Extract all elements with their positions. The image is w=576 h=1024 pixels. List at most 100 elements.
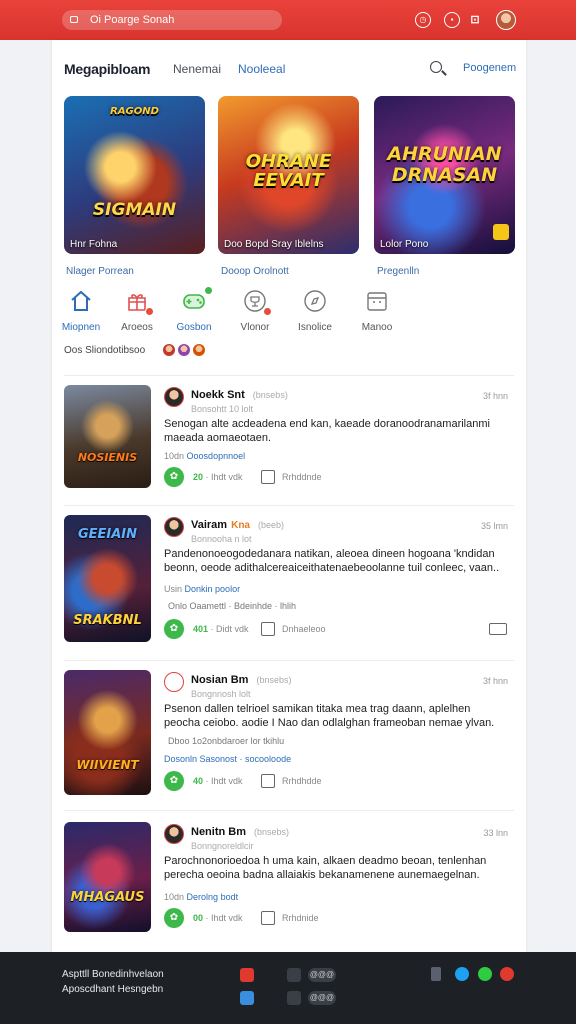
post-link[interactable]: Dosonln Sasonost · socooloode	[164, 754, 291, 764]
info-icon[interactable]	[287, 968, 301, 982]
post-time: 35 lmn	[480, 521, 508, 531]
post-handle: Bonsohtt 10 lolt	[191, 404, 254, 414]
featured-sub-1[interactable]: Nlager Porrean	[66, 266, 134, 277]
comment-icon[interactable]	[261, 774, 275, 788]
mail-icon[interactable]: ⊡	[467, 12, 483, 28]
notification-dot	[263, 307, 272, 316]
share-icon[interactable]	[431, 967, 441, 981]
avatar[interactable]	[163, 344, 175, 356]
post-link[interactable]: Usin Donkin poolor	[164, 584, 240, 594]
featured-sub-2[interactable]: Dooop Orolnott	[221, 266, 289, 277]
footer-line-2[interactable]: Aposcdhant Hesngebn	[62, 984, 163, 995]
link-prefix: Usin	[164, 584, 183, 594]
avatar[interactable]	[164, 517, 184, 537]
featured-card-2[interactable]: OHRANE EEVAIT Doo Bopd Sray Iblelns	[218, 96, 359, 254]
featured-badge-icon	[493, 224, 509, 240]
post-author[interactable]: Nenitn Bm (bnsebs)	[191, 826, 289, 838]
post-link[interactable]: 10dn Ooosdopnnoel	[164, 451, 245, 461]
category-calendar[interactable]: Manoo	[347, 289, 407, 333]
play-store-icon[interactable]	[240, 991, 254, 1005]
post-author[interactable]: Nosian Bm (bnsebs)	[191, 674, 291, 686]
notification-dot	[204, 286, 213, 295]
clock-icon[interactable]: ◷	[415, 12, 431, 28]
category-gift[interactable]: Aroeos	[107, 289, 167, 333]
comment-label[interactable]: Rrhddnde	[282, 472, 322, 482]
stat-text: · Ihdt vdk	[205, 472, 243, 482]
thumbnail-subtitle: SRAKBNL	[73, 613, 142, 628]
avatar[interactable]	[164, 387, 184, 407]
header-right-link[interactable]: Poogenem	[463, 62, 516, 74]
trophy-icon	[243, 289, 272, 316]
comment-icon[interactable]	[261, 622, 275, 636]
divider	[64, 505, 514, 506]
search-placeholder: Oi Poarge Sonah	[90, 14, 175, 26]
post-author[interactable]: Noekk Snt (bnsebs)	[191, 389, 288, 401]
featured-art-top: RAGOND	[110, 106, 159, 117]
link-text: Donkin poolor	[184, 584, 241, 594]
footer-line-1[interactable]: Aspttll Bonedinhvelaon	[62, 969, 164, 980]
thumbnail-title: MHAGAUS	[70, 890, 145, 905]
bookmark-icon[interactable]	[489, 623, 507, 635]
author-name: Noekk Snt	[191, 389, 245, 401]
comment-label[interactable]: Dnhaeleoo	[282, 624, 326, 634]
brand-title[interactable]: Megapibloam	[64, 61, 150, 77]
youtube-icon[interactable]	[500, 967, 514, 981]
post-handle: Bongnnosh lolt	[191, 689, 251, 699]
stat-text: · Ihdt vdk	[205, 913, 243, 923]
app-store-icon[interactable]	[240, 968, 254, 982]
comment-label[interactable]: Rrhdhdde	[282, 776, 322, 786]
category-label: Isnolice	[298, 322, 332, 333]
avatar[interactable]	[496, 10, 516, 30]
like-icon[interactable]: ✿	[164, 619, 184, 639]
featured-caption: Doo Bopd Sray Iblelns	[224, 239, 324, 250]
category-label: Vlonor	[240, 322, 270, 333]
link-text: Dosonln Sasonost · socooloode	[164, 754, 292, 764]
like-icon[interactable]: ✿	[164, 467, 184, 487]
author-tag: (bnsebs)	[254, 827, 290, 837]
author-tag: (bnsebs)	[252, 390, 288, 400]
post-thumbnail[interactable]: GEEIAIN SRAKBNL	[64, 515, 151, 642]
like-count: 40 · Ihdt vdk	[193, 776, 243, 786]
featured-art-title: SIGMAIN	[92, 200, 177, 220]
category-controller[interactable]: Gosbon	[164, 286, 224, 333]
like-icon[interactable]: ✿	[164, 908, 184, 928]
comment-icon[interactable]	[261, 911, 275, 925]
avatar[interactable]	[178, 344, 190, 356]
comment-label[interactable]: Rrhdnide	[282, 913, 319, 923]
divider	[64, 810, 514, 811]
nav-item-2[interactable]: Nooleeal	[238, 62, 285, 76]
featured-card-3[interactable]: AHRUNIAN DRNASAN Lolor Pono	[374, 96, 515, 254]
post-thumbnail[interactable]: NOSIENIS	[64, 385, 151, 488]
category-trophy[interactable]: Vlonor	[225, 289, 285, 333]
post-thumbnail[interactable]: WIIVIENT	[64, 670, 151, 795]
post-author[interactable]: Vairam Kna (beeb)	[191, 519, 284, 531]
avatar[interactable]	[164, 672, 184, 692]
stat-text: · Ihdt vdk	[205, 776, 243, 786]
like-icon[interactable]: ✿	[164, 771, 184, 791]
whatsapp-icon[interactable]	[478, 967, 492, 981]
info-icon[interactable]	[287, 991, 301, 1005]
category-label: Aroeos	[121, 322, 153, 333]
post-link[interactable]: 10dn Derolng bodt	[164, 892, 238, 902]
post-time: 33 lnn	[483, 828, 508, 838]
post-meta: Onlo Oaamettl · Bdeinhde · lhlih	[168, 601, 297, 611]
top-bar: Oi Poarge Sonah ◷ ▪ ⊡	[0, 0, 576, 40]
search-icon[interactable]	[430, 61, 442, 73]
footer-pill-1[interactable]: @@@	[308, 968, 336, 982]
twitter-icon[interactable]	[455, 967, 469, 981]
featured-card-1[interactable]: RAGOND SIGMAIN Hnr Fohna	[64, 96, 205, 254]
comment-icon[interactable]	[261, 470, 275, 484]
footer-pill-2[interactable]: @@@	[308, 991, 336, 1005]
search-input[interactable]: Oi Poarge Sonah	[62, 10, 282, 30]
category-home[interactable]: Miopnen	[51, 289, 111, 333]
category-label: Gosbon	[176, 322, 212, 333]
nav-item-1[interactable]: Nenemai	[173, 62, 221, 76]
avatar[interactable]	[193, 344, 205, 356]
featured-sub-3[interactable]: Pregenlln	[377, 266, 419, 277]
search-box-icon	[70, 16, 78, 23]
post-thumbnail[interactable]: MHAGAUS	[64, 822, 151, 932]
category-compass[interactable]: Isnolice	[285, 289, 345, 333]
post-handle: Bonngnoreldlcir	[191, 841, 254, 851]
chat-icon[interactable]: ▪	[444, 12, 460, 28]
avatar[interactable]	[164, 824, 184, 844]
